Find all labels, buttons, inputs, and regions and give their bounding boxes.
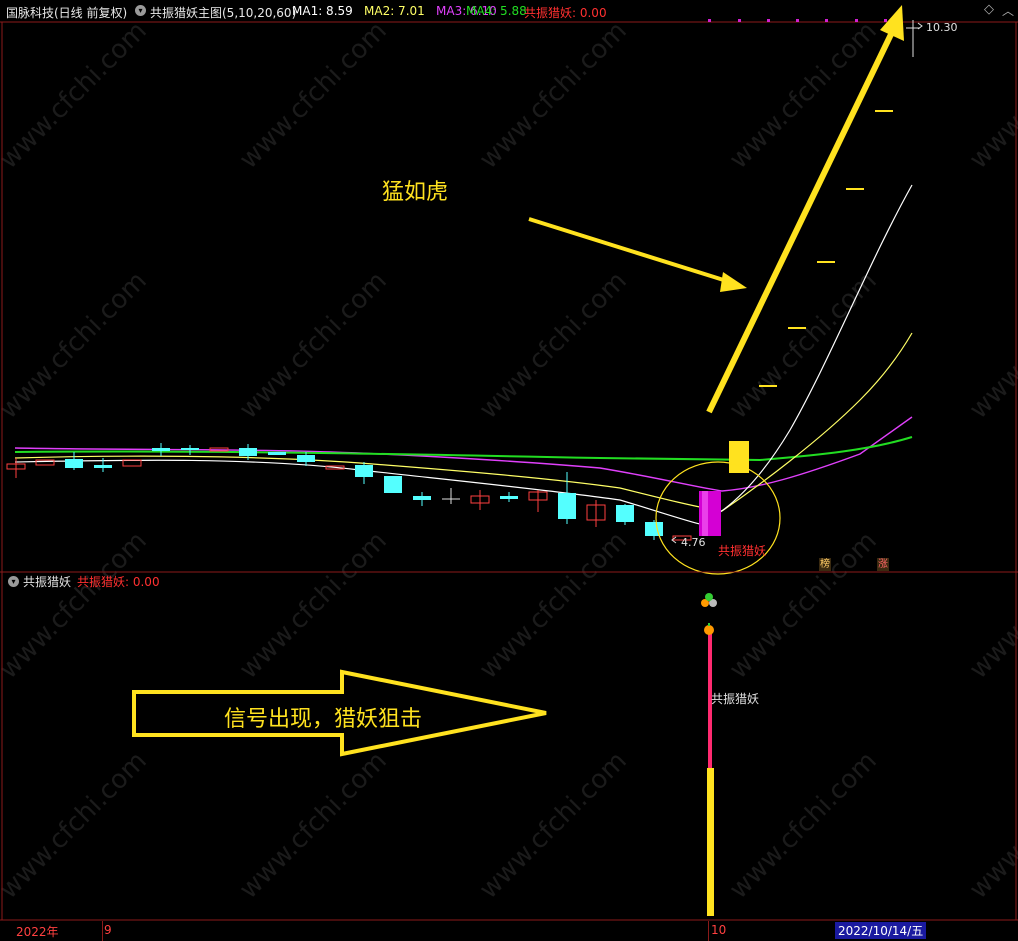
date-axis: 2022年 9 10 2022/10/14/五 [0,921,1018,941]
current-date-cursor[interactable]: 2022/10/14/五 [835,922,927,939]
svg-text:www.cfchi.com: www.cfchi.com [964,746,1018,905]
axis-year: 2022年 [16,925,59,939]
sub-bar-label: 共振猎妖 [711,692,760,706]
list-badge[interactable]: 榜 [819,558,831,571]
svg-text:www.cfchi.com: www.cfchi.com [474,746,633,905]
svg-text:www.cfchi.com: www.cfchi.com [234,16,393,175]
svg-text:www.cfchi.com: www.cfchi.com [234,526,393,685]
svg-text:www.cfchi.com: www.cfchi.com [724,746,883,905]
price-high-label: 10.30 [926,21,958,34]
svg-text:www.cfchi.com: www.cfchi.com [964,16,1018,175]
main-chart-canvas: www.cfchi.com www.cfchi.com www.cfchi.co… [0,5,1018,921]
sub-indicator-menu-icon[interactable]: ▾ [8,576,19,587]
svg-text:www.cfchi.com: www.cfchi.com [0,526,153,685]
axis-month-9: 9 [104,923,112,937]
fruit-icon [701,593,717,635]
sub-chart-title: 共振猎妖 [23,575,72,589]
price-low-label: 4.76 [681,536,706,549]
ma3-line [14,416,913,492]
svg-text:www.cfchi.com: www.cfchi.com [234,746,393,905]
svg-text:www.cfchi.com: www.cfchi.com [474,526,633,685]
svg-text:www.cfchi.com: www.cfchi.com [474,16,633,175]
signal-chart-label: 共振猎妖 [718,544,767,558]
signal-annotation: 信号出现，猎妖狙击 [224,707,423,732]
svg-text:www.cfchi.com: www.cfchi.com [964,266,1018,425]
limit-badge[interactable]: 涨 [877,558,889,571]
svg-text:www.cfchi.com: www.cfchi.com [0,16,153,175]
svg-text:www.cfchi.com: www.cfchi.com [234,266,393,425]
svg-text:www.cfchi.com: www.cfchi.com [964,526,1018,685]
axis-month-10: 10 [711,923,727,937]
svg-text:www.cfchi.com: www.cfchi.com [474,266,633,425]
svg-text:www.cfchi.com: www.cfchi.com [0,266,153,425]
tiger-annotation: 猛如虎 [382,180,449,205]
sub-signal-bar [707,633,714,916]
sub-chart-value: 共振猎妖: 0.00 [77,575,160,589]
svg-text:www.cfchi.com: www.cfchi.com [0,746,153,905]
